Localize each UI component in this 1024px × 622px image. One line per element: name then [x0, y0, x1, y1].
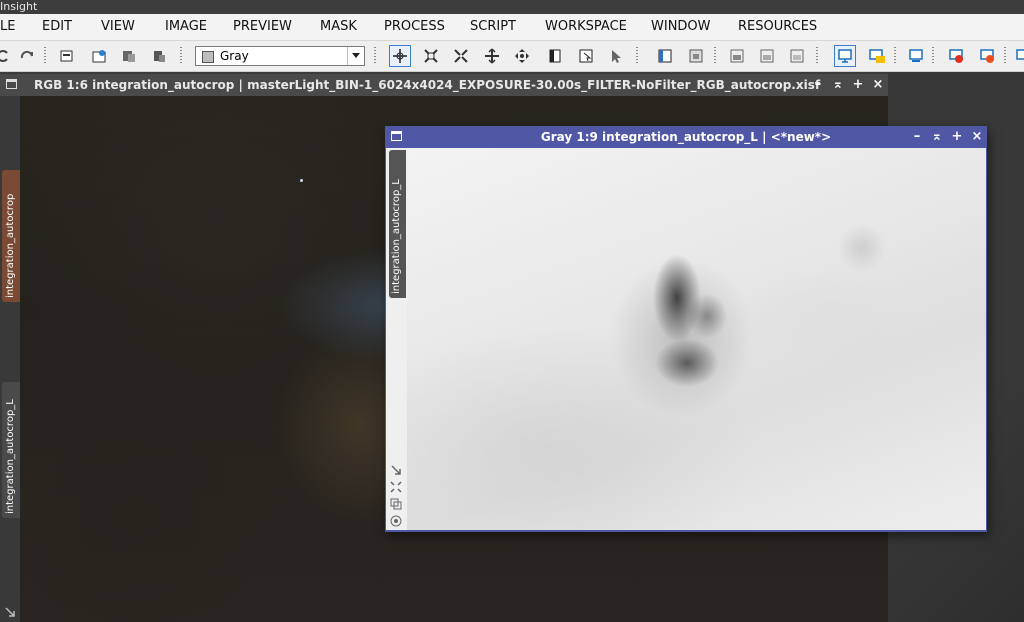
- menu-workspace[interactable]: WORKSPACE: [545, 14, 627, 40]
- mask-invert-icon[interactable]: [756, 45, 778, 67]
- menu-mask[interactable]: MASK: [320, 14, 357, 40]
- redo-icon[interactable]: [16, 45, 38, 67]
- preview-icon[interactable]: [575, 45, 597, 67]
- toolbar-separator: [816, 47, 818, 65]
- menu-process[interactable]: PROCESS: [384, 14, 445, 40]
- rgb-window-titlebar[interactable]: RGB 1:6 integration_autocrop | masterLig…: [0, 74, 888, 96]
- window-icon[interactable]: [654, 45, 676, 67]
- gray-image-window[interactable]: Gray 1:9 integration_autocrop_L | <*new*…: [385, 126, 987, 532]
- pointer-icon[interactable]: [605, 45, 627, 67]
- pan-icon[interactable]: [511, 45, 533, 67]
- zoom-out-icon[interactable]: [450, 45, 472, 67]
- fit-view-icon[interactable]: [390, 481, 402, 493]
- screen-transfer-icon[interactable]: [685, 45, 707, 67]
- toolbar-separator: [44, 47, 46, 65]
- view-tab-label: integration_autocrop_L: [5, 399, 16, 514]
- maximize-button[interactable]: +: [850, 74, 866, 96]
- gray-swatch-icon: [202, 51, 214, 63]
- copy-icon[interactable]: [148, 45, 170, 67]
- monitor-icon[interactable]: [834, 45, 856, 67]
- shade-button[interactable]: ⌅: [929, 126, 945, 148]
- view-tab-label: integration_autocrop_L: [391, 179, 402, 294]
- main-toolbar: Gray: [0, 41, 1024, 72]
- open-image-icon[interactable]: [88, 45, 110, 67]
- menu-bar: LE EDIT VIEW IMAGE PREVIEW MASK PROCESS …: [0, 14, 1024, 41]
- image-mode-value: Gray: [220, 49, 249, 63]
- resize-arrow-icon[interactable]: [4, 606, 16, 618]
- star: [300, 179, 303, 182]
- toolbar-separator: [636, 47, 638, 65]
- image-mode-select[interactable]: Gray: [195, 46, 365, 66]
- toolbar-separator: [180, 47, 182, 65]
- menu-resources[interactable]: RESOURCES: [738, 14, 817, 40]
- toolbar-separator: [714, 47, 716, 65]
- menu-preview[interactable]: PREVIEW: [233, 14, 292, 40]
- mask-hide-icon[interactable]: [786, 45, 808, 67]
- app-title: Insight: [0, 0, 38, 13]
- menu-window[interactable]: WINDOW: [651, 14, 711, 40]
- 24bit-monitor-icon[interactable]: [866, 45, 888, 67]
- stf-clear-icon[interactable]: [976, 45, 998, 67]
- readout-icon[interactable]: [389, 45, 411, 67]
- clone-view-icon[interactable]: [390, 498, 402, 510]
- chevron-down-icon: [347, 47, 364, 65]
- view-tab-integration-autocrop[interactable]: integration_autocrop: [2, 170, 20, 302]
- close-button[interactable]: ×: [969, 126, 985, 148]
- minimize-button[interactable]: –: [810, 74, 826, 96]
- gray-window-title: Gray 1:9 integration_autocrop_L | <*new*…: [540, 130, 832, 144]
- app-titlebar: Insight: [0, 0, 1024, 14]
- gray-window-titlebar[interactable]: Gray 1:9 integration_autocrop_L | <*new*…: [385, 126, 987, 148]
- new-image-icon[interactable]: [56, 45, 78, 67]
- maximize-button[interactable]: +: [949, 126, 965, 148]
- toolbar-separator: [932, 47, 934, 65]
- shade-button[interactable]: ⌅: [830, 74, 846, 96]
- channel-icon[interactable]: [544, 45, 566, 67]
- toolbar-separator: [1004, 47, 1006, 65]
- minimize-button[interactable]: –: [909, 126, 925, 148]
- menu-edit[interactable]: EDIT: [42, 14, 72, 40]
- view-tab-integration-autocrop-l-gray[interactable]: integration_autocrop_L: [389, 150, 406, 298]
- undo-icon[interactable]: [0, 45, 14, 67]
- stf-reset-icon[interactable]: [945, 45, 967, 67]
- zoom-in-icon[interactable]: [481, 45, 503, 67]
- zoom-fit-icon[interactable]: [420, 45, 442, 67]
- menu-image[interactable]: IMAGE: [165, 14, 207, 40]
- target-icon[interactable]: [390, 515, 402, 527]
- toolbar-separator: [374, 47, 376, 65]
- duplicate-icon[interactable]: [118, 45, 140, 67]
- resize-arrow-icon[interactable]: [390, 464, 402, 476]
- stf-icon[interactable]: [905, 45, 927, 67]
- menu-file[interactable]: LE: [0, 14, 15, 40]
- window-menu-icon[interactable]: [6, 79, 17, 89]
- more-icon[interactable]: [1012, 45, 1024, 67]
- close-button[interactable]: ×: [870, 74, 886, 96]
- menu-view[interactable]: VIEW: [101, 14, 135, 40]
- view-tab-integration-autocrop-l[interactable]: integration_autocrop_L: [2, 382, 20, 518]
- toolbar-separator: [894, 47, 896, 65]
- mask-icon[interactable]: [726, 45, 748, 67]
- gray-image-canvas[interactable]: [407, 148, 986, 530]
- view-tab-label: integration_autocrop: [5, 193, 16, 298]
- menu-script[interactable]: SCRIPT: [470, 14, 516, 40]
- rgb-window-title: RGB 1:6 integration_autocrop | masterLig…: [34, 78, 821, 92]
